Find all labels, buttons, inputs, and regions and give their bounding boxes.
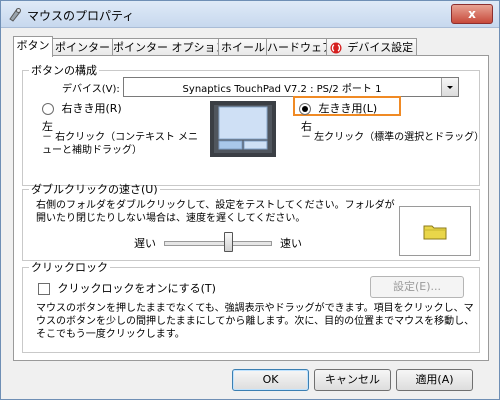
left-handed-radio[interactable] xyxy=(299,103,311,115)
click-lock-option[interactable]: クリックロックをオンにする(T) xyxy=(38,280,216,296)
left-button-description: － 右クリック（コンテキスト メニューと補助ドラッグ） xyxy=(42,132,199,156)
tab-pointer-options[interactable]: ポインター オプション xyxy=(112,38,227,56)
tab-pointers[interactable]: ポインター xyxy=(51,38,114,56)
right-handed-label: 右きき用(R) xyxy=(61,102,122,115)
chevron-down-icon xyxy=(447,86,453,89)
tab-label: ボタン xyxy=(16,39,50,52)
left-handed-label: 左きき用(L) xyxy=(318,102,378,115)
mouse-icon xyxy=(9,8,21,22)
click-lock-label: クリックロックをオンにする(T) xyxy=(57,282,216,295)
folder-icon[interactable] xyxy=(423,222,447,240)
window-title: マウスのプロパティ xyxy=(27,9,135,23)
fast-label: 速い xyxy=(280,237,302,250)
slow-label: 遅い xyxy=(134,237,156,250)
right-handed-option[interactable]: 右きき用(R) xyxy=(42,100,122,116)
buttons-tab-panel: ボタンの構成 デバイス(V): Synaptics TouchPad V7.2 … xyxy=(13,55,489,361)
left-handed-option[interactable]: 左きき用(L) xyxy=(299,100,377,116)
tab-label: ホイール xyxy=(221,41,265,54)
device-select-value: Synaptics TouchPad V7.2 : PS/2 ポート 1 xyxy=(182,84,382,95)
touchpad-illustration xyxy=(210,101,276,157)
tab-buttons[interactable]: ボタン xyxy=(13,36,53,57)
click-lock-settings-button[interactable]: 設定(E)... xyxy=(370,276,464,298)
title-bar: マウスのプロパティ x xyxy=(1,1,499,28)
click-lock-description: マウスのボタンを押したままでなくても、強調表示やドラッグができます。項目をクリッ… xyxy=(36,303,475,340)
right-button-description: － 左クリック（標準の選択とドラッグ） xyxy=(301,132,485,143)
device-select[interactable]: Synaptics TouchPad V7.2 : PS/2 ポート 1 xyxy=(123,77,459,97)
tab-label: デバイス設定 xyxy=(347,41,414,54)
speed-slider-track[interactable] xyxy=(164,241,272,246)
ok-button[interactable]: OK xyxy=(232,369,309,391)
close-button[interactable]: x xyxy=(451,4,493,24)
test-folder-box[interactable] xyxy=(399,206,471,256)
group-title: ダブルクリックの速さ(U) xyxy=(31,183,158,196)
click-lock-checkbox[interactable] xyxy=(38,283,50,295)
tab-wheel[interactable]: ホイール xyxy=(218,38,268,56)
tab-label: ポインター オプション xyxy=(113,41,227,54)
tab-hardware[interactable]: ハードウェア xyxy=(266,38,333,56)
double-click-description: 右側のフォルダをダブルクリックして、設定をテストしてください。フォルダが開いたり… xyxy=(36,200,395,224)
tab-label: ポインター xyxy=(55,41,110,54)
group-title: クリックロック xyxy=(31,261,108,274)
apply-button[interactable]: 適用(A) xyxy=(396,369,473,391)
right-handed-radio[interactable] xyxy=(42,103,54,115)
speed-slider-thumb[interactable] xyxy=(223,232,233,252)
device-label: デバイス(V): xyxy=(62,84,120,95)
cancel-button[interactable]: キャンセル xyxy=(314,369,391,391)
mouse-properties-window: マウスのプロパティ x ボタン ポインター ポインター オプション ホイール ハ… xyxy=(0,0,500,400)
group-title: ボタンの構成 xyxy=(31,64,97,77)
synaptics-icon xyxy=(330,42,342,54)
close-icon: x xyxy=(468,7,476,21)
dropdown-button[interactable] xyxy=(441,78,458,96)
tab-device-settings[interactable]: デバイス設定 xyxy=(326,38,417,56)
tab-label: ハードウェア xyxy=(267,41,333,54)
